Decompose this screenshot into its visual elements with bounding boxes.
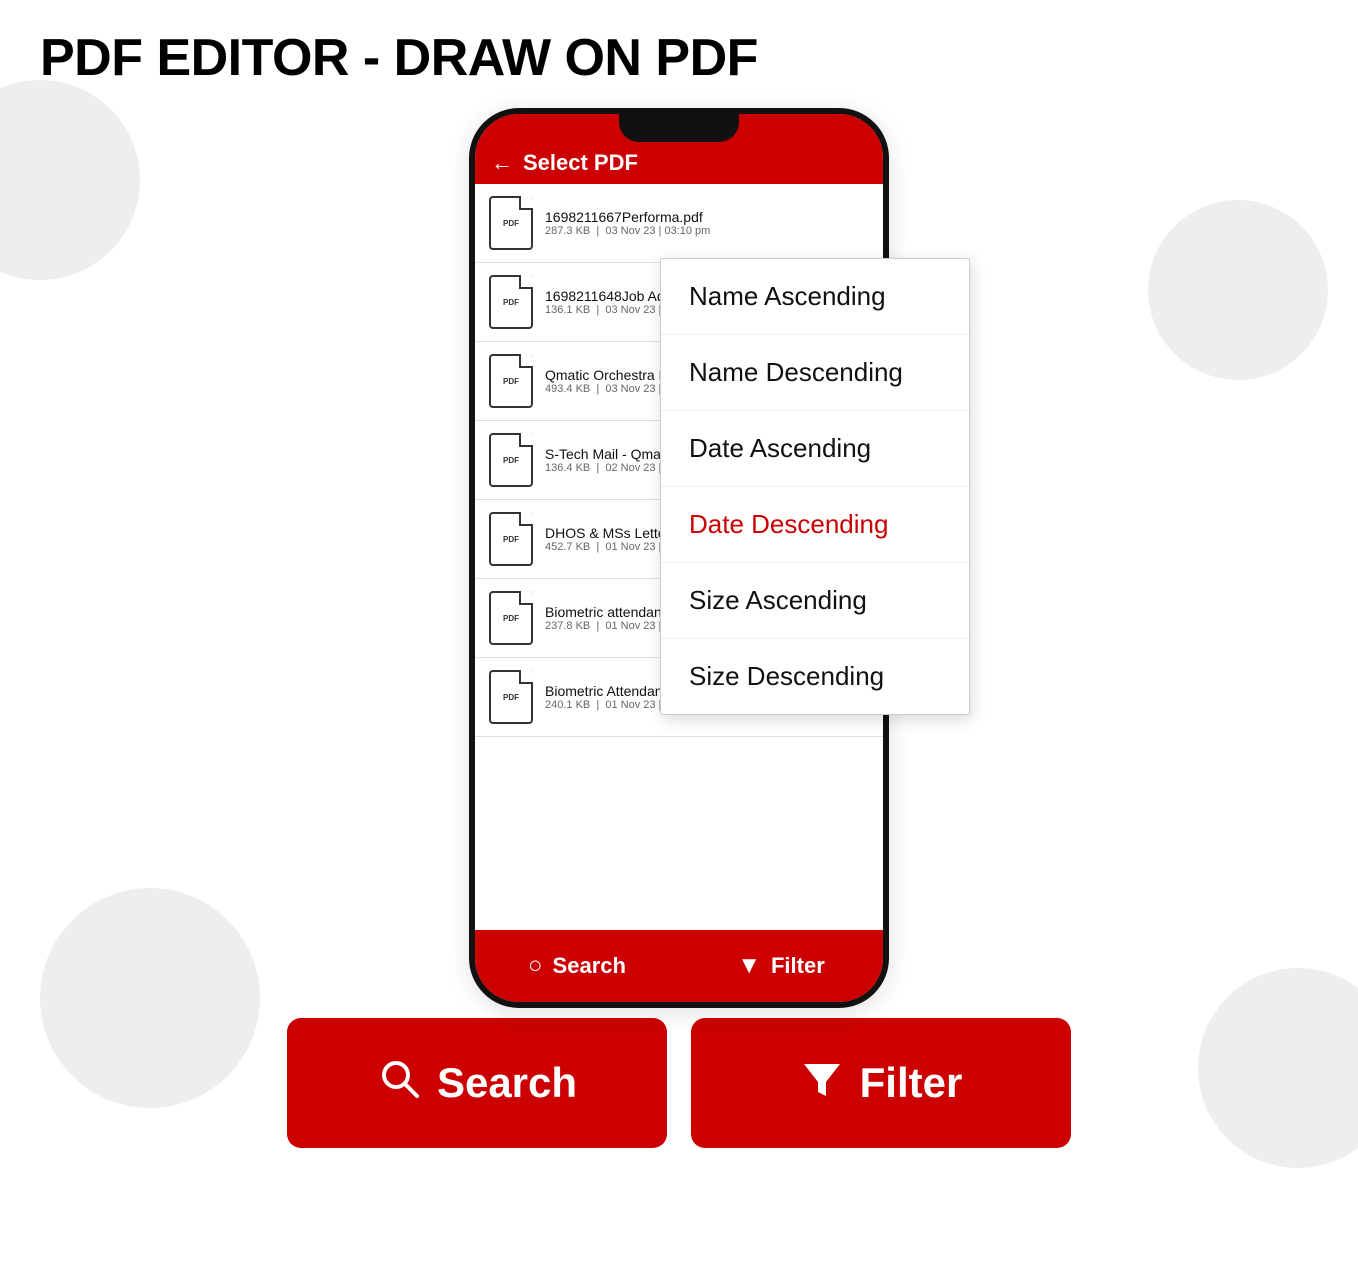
page-title: PDF EDITOR - DRAW ON PDF [0,0,1358,88]
main-content: ← Select PDF PDF 1698211667Performa.pdf … [0,108,1358,1268]
phone-filter-button[interactable]: ▼ Filter [679,930,883,1002]
file-icon-box: PDF [489,591,533,645]
filter-big-icon [800,1056,844,1110]
back-icon[interactable]: ← [491,150,513,176]
file-icon-box: PDF [489,670,533,724]
file-name: 1698211667Performa.pdf [545,209,710,225]
phone-search-button[interactable]: ○ Search [475,930,679,1002]
search-big-icon [377,1056,421,1110]
dropdown-item[interactable]: Size Descending [661,639,969,714]
file-icon-label: PDF [503,377,519,386]
phone-filter-label: Filter [771,953,825,979]
file-icon-label: PDF [503,535,519,544]
dropdown-item[interactable]: Name Descending [661,335,969,411]
dropdown-item[interactable]: Date Descending [661,487,969,563]
filter-big-button[interactable]: Filter [691,1018,1071,1148]
phone-wrapper: ← Select PDF PDF 1698211667Performa.pdf … [0,108,1358,1008]
file-icon-box: PDF [489,275,533,329]
phone-search-label: Search [553,953,626,979]
file-icon-label: PDF [503,614,519,623]
file-meta: 287.3 KB | 03 Nov 23 | 03:10 pm [545,225,710,237]
dropdown-menu: Name AscendingName DescendingDate Ascend… [660,258,970,715]
file-info: 1698211667Performa.pdf 287.3 KB | 03 Nov… [545,209,710,237]
phone-notch [619,114,739,142]
file-icon-label: PDF [503,298,519,307]
file-icon-label: PDF [503,456,519,465]
file-icon-box: PDF [489,354,533,408]
file-icon-box: PDF [489,196,533,250]
search-big-button[interactable]: Search [287,1018,667,1148]
filter-icon: ▼ [737,952,761,980]
file-icon-box: PDF [489,512,533,566]
dropdown-item[interactable]: Name Ascending [661,259,969,335]
file-icon-label: PDF [503,693,519,702]
phone-bottom-buttons: ○ Search ▼ Filter [475,930,883,1002]
dropdown-item[interactable]: Date Ascending [661,411,969,487]
bottom-buttons-bar: Search Filter [0,1018,1358,1148]
file-item[interactable]: PDF 1698211667Performa.pdf 287.3 KB | 03… [475,184,883,263]
app-header-title: Select PDF [523,150,638,176]
search-big-label: Search [437,1059,577,1107]
search-icon: ○ [528,952,543,980]
file-icon-box: PDF [489,433,533,487]
dropdown-item[interactable]: Size Ascending [661,563,969,639]
file-icon-label: PDF [503,219,519,228]
filter-big-label: Filter [860,1059,963,1107]
